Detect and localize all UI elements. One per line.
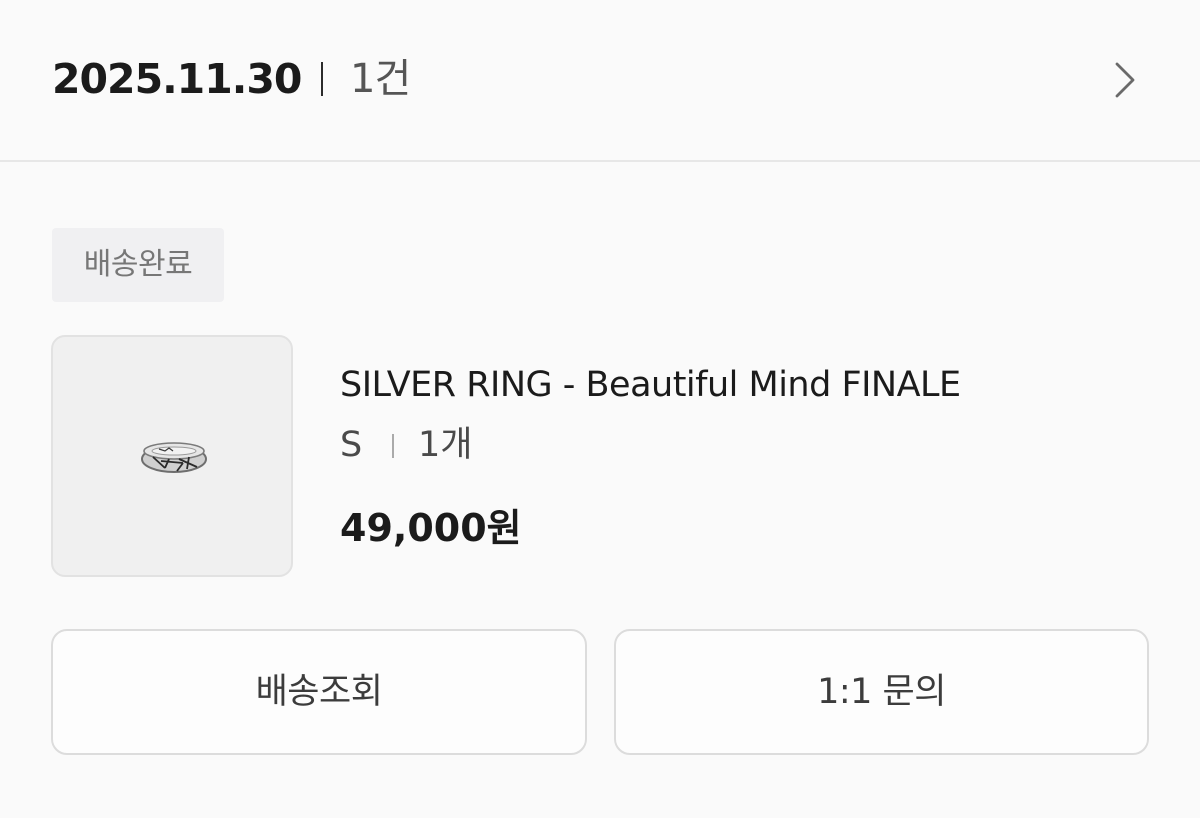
product-option: S <box>340 425 363 465</box>
inquiry-button[interactable]: 1:1 문의 <box>614 629 1149 755</box>
product-name[interactable]: SILVER RING - Beautiful Mind FINALE <box>340 360 961 410</box>
product-quantity: 1개 <box>418 425 473 465</box>
product-price: 49,000원 <box>340 506 522 550</box>
chevron-right-icon <box>1115 62 1135 98</box>
order-header: 2025.11.30 1건 <box>0 0 1200 162</box>
order-detail-link[interactable] <box>1096 52 1156 108</box>
silver-ring-icon <box>141 442 207 473</box>
order-item-count: 1건 <box>350 56 411 102</box>
order-date: 2025.11.30 <box>52 55 302 103</box>
header-divider <box>321 62 323 96</box>
option-divider <box>392 434 394 458</box>
status-badge: 배송완료 <box>52 228 224 302</box>
track-delivery-button[interactable]: 배송조회 <box>51 629 587 755</box>
product-image[interactable] <box>51 335 293 577</box>
